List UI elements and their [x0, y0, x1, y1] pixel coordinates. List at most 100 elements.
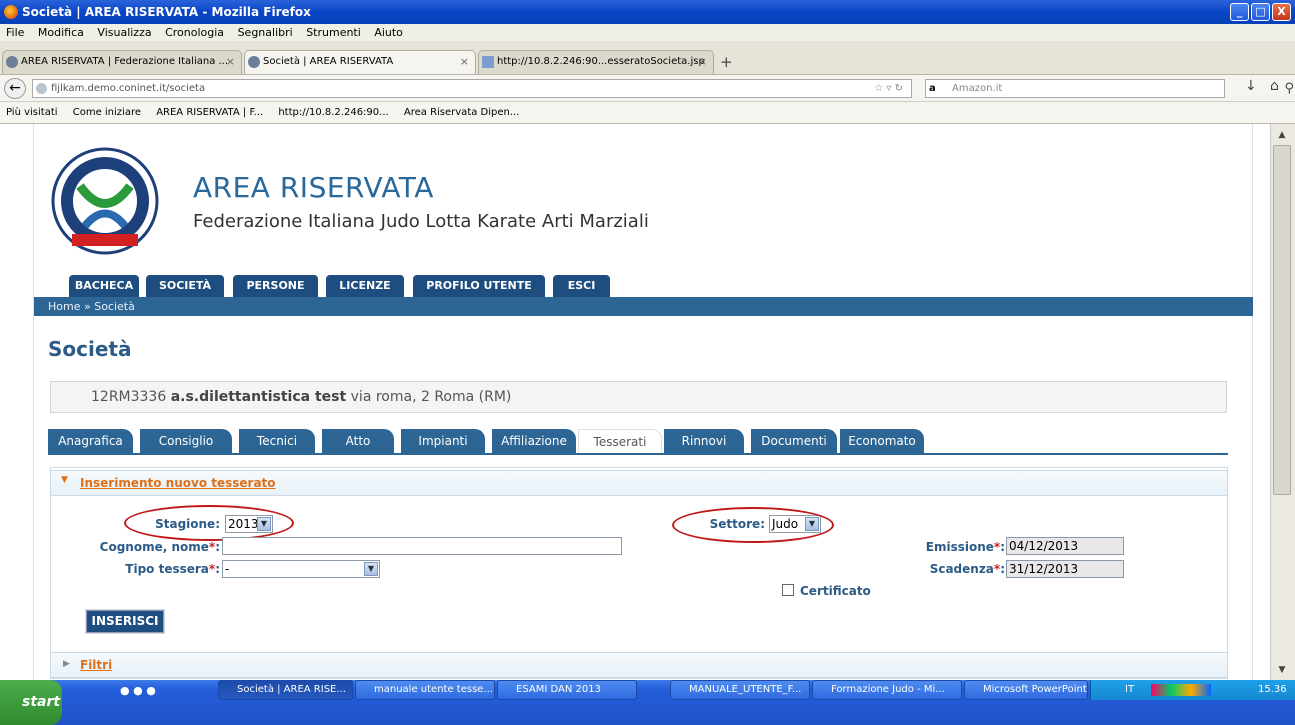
start-button[interactable]: start	[0, 680, 62, 725]
tab-label: Società | AREA RISERVATA	[263, 56, 394, 67]
nav-esci[interactable]: ESCI	[553, 275, 610, 297]
expand-arrow-icon: ▶	[63, 659, 70, 669]
tab-label: AREA RISERVATA | Federazione Italiana ..…	[21, 56, 229, 67]
language-indicator[interactable]: IT	[1125, 680, 1134, 700]
society-code: 12RM3336	[91, 389, 167, 405]
bookmarks-toolbar: Più visitati Come iniziare AREA RISERVAT…	[0, 102, 1295, 124]
url-bar[interactable]: fijlkam.demo.coninet.it/societa ☆ ▿ ↻	[32, 79, 912, 98]
bookmark-area-dipen[interactable]: Area Riservata Dipen...	[404, 107, 520, 118]
tab-documenti[interactable]: Documenti	[751, 429, 837, 453]
site-favicon-icon	[6, 56, 18, 68]
expand-arrow-icon: ▼	[61, 475, 68, 485]
menu-cronologia[interactable]: Cronologia	[165, 26, 224, 39]
cognome-label: Cognome, nome*:	[99, 540, 220, 554]
new-tab-button[interactable]: +	[720, 53, 733, 71]
scrollbar-thumb[interactable]	[1273, 145, 1291, 495]
tab-consiglio[interactable]: Consiglio	[140, 429, 232, 453]
bookmark-ip[interactable]: http://10.8.2.246:90...	[278, 107, 388, 118]
taskbar-item-formazione[interactable]: Formazione Judo - Mi...	[812, 680, 962, 700]
emissione-field: 04/12/2013	[1006, 537, 1124, 555]
browser-tab[interactable]: http://10.8.2.246:90...esseratoSocieta.j…	[478, 50, 714, 74]
tab-rinnovi[interactable]: Rinnovi	[664, 429, 744, 453]
nav-licenze[interactable]: LICENZE	[326, 275, 404, 297]
window-title: Società | AREA RISERVATA - Mozilla Firef…	[22, 5, 311, 19]
tab-economato[interactable]: Economato	[840, 429, 924, 453]
bookmark-piu-visitati[interactable]: Più visitati	[6, 107, 58, 118]
search-magnifier-icon[interactable]: ⚲	[1284, 80, 1294, 97]
nav-profilo-utente[interactable]: PROFILO UTENTE	[413, 275, 545, 297]
tab-close-icon[interactable]: ×	[226, 51, 235, 73]
insert-panel-header[interactable]: ▼ Inserimento nuovo tesserato	[50, 470, 1228, 496]
page-title: Società	[48, 337, 132, 361]
tab-tecnici[interactable]: Tecnici	[239, 429, 315, 453]
nav-bacheca[interactable]: BACHECA	[69, 275, 139, 297]
system-tray: IT 15.36	[1090, 680, 1295, 700]
search-bar[interactable]: a Amazon.it ⚲	[925, 79, 1294, 98]
home-icon[interactable]: ⌂	[1270, 78, 1279, 94]
url-text: fijlkam.demo.coninet.it/societa	[51, 83, 206, 94]
tab-close-icon[interactable]: ×	[460, 51, 469, 73]
tab-tesserati[interactable]: Tesserati	[578, 429, 662, 453]
taskbar-item-manuale[interactable]: manuale utente tesse...	[355, 680, 495, 700]
clock: 15.36	[1258, 684, 1287, 695]
site-subtitle: Federazione Italiana Judo Lotta Karate A…	[193, 211, 649, 232]
bookmark-star-icon[interactable]: ☆ ▿ ↻	[874, 80, 903, 97]
chevron-down-icon: ▼	[364, 562, 378, 576]
menu-segnalibri[interactable]: Segnalibri	[238, 26, 293, 39]
inserisci-button[interactable]: INSERISCI	[85, 609, 165, 634]
tab-label: http://10.8.2.246:90...esseratoSocieta.j…	[497, 56, 705, 67]
tab-anagrafica[interactable]: Anagrafica	[48, 429, 133, 453]
download-icon[interactable]: ↓	[1245, 78, 1257, 94]
bookmark-area-riservata[interactable]: AREA RISERVATA | F...	[156, 107, 263, 118]
bookmark-come-iniziare[interactable]: Come iniziare	[73, 107, 141, 118]
amazon-search-icon: a	[929, 83, 936, 94]
menu-modifica[interactable]: Modifica	[38, 26, 84, 39]
scroll-up-icon[interactable]: ▲	[1275, 130, 1289, 142]
menu-file[interactable]: File	[6, 26, 24, 39]
taskbar-item-powerpoint[interactable]: Microsoft PowerPoint ...	[964, 680, 1088, 700]
tab-impianti[interactable]: Impianti	[401, 429, 485, 453]
minimize-button[interactable]: _	[1230, 3, 1249, 21]
tab-affiliazione[interactable]: Affiliazione	[492, 429, 576, 453]
globe-icon	[36, 83, 47, 94]
firefox-window: Società | AREA RISERVATA - Mozilla Firef…	[0, 0, 1295, 725]
menu-visualizza[interactable]: Visualizza	[97, 26, 151, 39]
certificato-checkbox[interactable]	[782, 584, 794, 596]
certificato-label: Certificato	[800, 584, 871, 598]
tray-icons[interactable]	[1151, 684, 1211, 696]
filtri-panel-header[interactable]: ▶ Filtri	[50, 652, 1228, 678]
tipo-tessera-label: Tipo tessera*:	[125, 562, 220, 576]
site-favicon-icon	[248, 56, 260, 68]
cognome-nome-input[interactable]	[222, 537, 622, 555]
scadenza-label: Scadenza*:	[929, 562, 1005, 576]
menu-aiuto[interactable]: Aiuto	[374, 26, 403, 39]
society-info-box: 12RM3336 a.s.dilettantistica test via ro…	[50, 381, 1227, 413]
tipo-tessera-select[interactable]: - ▼	[222, 560, 380, 578]
back-arrow-icon[interactable]: ←	[4, 78, 26, 99]
insert-panel-title[interactable]: Inserimento nuovo tesserato	[80, 471, 276, 495]
taskbar-item-esami[interactable]: ESAMI DAN 2013	[497, 680, 637, 700]
maximize-button[interactable]: □	[1251, 3, 1270, 21]
browser-tab[interactable]: AREA RISERVATA | Federazione Italiana ..…	[2, 50, 242, 74]
menu-bar: File Modifica Visualizza Cronologia Segn…	[0, 24, 1295, 41]
breadcrumb[interactable]: Home » Società	[34, 297, 1253, 316]
nav-societa[interactable]: SOCIETÀ	[146, 275, 224, 297]
browser-tab-active[interactable]: Società | AREA RISERVATA ×	[244, 50, 476, 74]
society-name: a.s.dilettantistica test	[170, 389, 347, 405]
nav-persone[interactable]: PERSONE	[233, 275, 318, 297]
taskbar-item-manuale-utente[interactable]: MANUALE_UTENTE_F...	[670, 680, 810, 700]
society-address: via roma, 2 Roma (RM)	[350, 389, 512, 405]
tab-atto[interactable]: Atto	[322, 429, 394, 453]
search-placeholder: Amazon.it	[952, 83, 1003, 94]
menu-strumenti[interactable]: Strumenti	[306, 26, 361, 39]
tab-close-icon[interactable]: ×	[698, 51, 707, 73]
quick-launch-icons[interactable]: ● ● ●	[120, 684, 156, 697]
taskbar-item-firefox[interactable]: Società | AREA RISE...	[218, 680, 353, 700]
filtri-link[interactable]: Filtri	[80, 653, 112, 677]
emissione-label: Emissione*:	[925, 540, 1005, 554]
navigation-bar: ← fijlkam.demo.coninet.it/societa ☆ ▿ ↻ …	[0, 75, 1295, 102]
firefox-icon	[4, 5, 18, 19]
close-window-button[interactable]: X	[1272, 3, 1291, 21]
scroll-down-icon[interactable]: ▼	[1275, 665, 1289, 677]
browser-tab-strip: AREA RISERVATA | Federazione Italiana ..…	[0, 41, 1295, 75]
